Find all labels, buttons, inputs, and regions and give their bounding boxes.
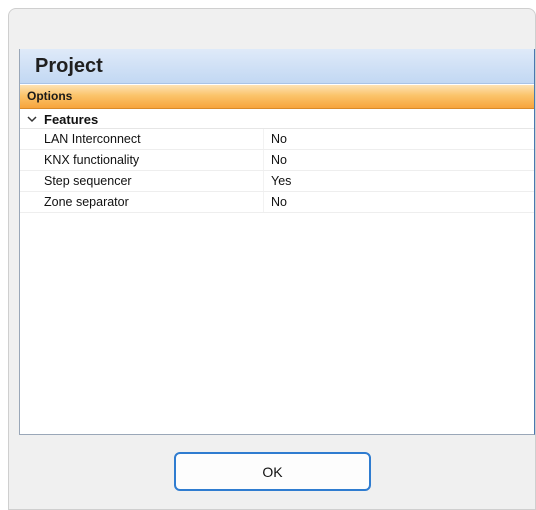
property-name: KNX functionality <box>44 153 140 167</box>
options-label: Options <box>27 89 73 103</box>
project-header: Project <box>20 49 534 84</box>
category-label: Features <box>44 112 99 127</box>
property-name: Step sequencer <box>44 174 132 188</box>
property-value[interactable]: No <box>271 153 287 167</box>
project-dialog: Project Options Features LAN Interconnec… <box>8 8 536 510</box>
property-row-step-sequencer[interactable]: Step sequencer Yes <box>20 171 534 192</box>
options-bar: Options <box>20 85 534 109</box>
project-title: Project <box>35 55 103 77</box>
column-divider <box>263 192 264 212</box>
property-row-zone-separator[interactable]: Zone separator No <box>20 192 534 213</box>
column-divider <box>263 171 264 191</box>
property-grid: Features LAN Interconnect No KNX functio… <box>20 111 534 213</box>
property-row-lan-interconnect[interactable]: LAN Interconnect No <box>20 129 534 150</box>
property-value[interactable]: No <box>271 132 287 146</box>
column-divider <box>263 129 264 149</box>
property-value[interactable]: No <box>271 195 287 209</box>
ok-button[interactable]: OK <box>174 452 371 491</box>
property-name: Zone separator <box>44 195 129 209</box>
property-row-knx-functionality[interactable]: KNX functionality No <box>20 150 534 171</box>
property-panel: Project Options Features LAN Interconnec… <box>19 49 535 435</box>
category-features[interactable]: Features <box>20 111 534 129</box>
property-value[interactable]: Yes <box>271 174 291 188</box>
property-name: LAN Interconnect <box>44 132 141 146</box>
column-divider <box>263 150 264 170</box>
chevron-down-icon[interactable] <box>26 112 38 126</box>
